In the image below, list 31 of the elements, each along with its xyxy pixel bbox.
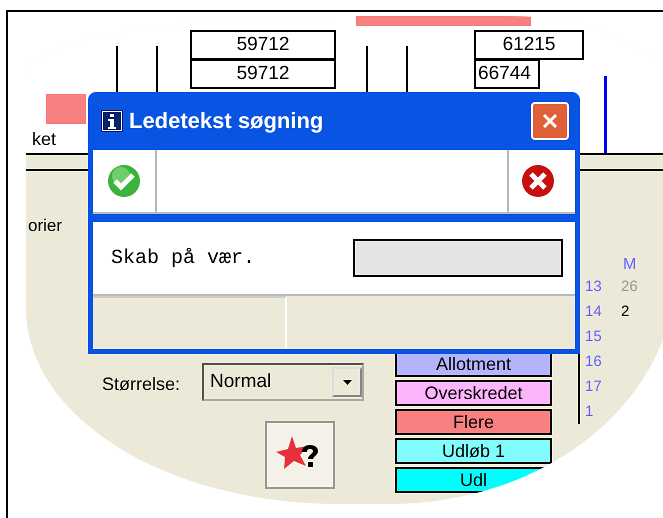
legend-item: Overskredet [395, 380, 552, 406]
close-icon [542, 113, 558, 129]
input-field[interactable] [353, 239, 563, 277]
size-dropdown[interactable]: Normal [202, 363, 364, 401]
week-number: 1 [585, 403, 594, 420]
week-number: 17 [585, 378, 603, 395]
table-cell: 59712 [190, 59, 336, 89]
week-number: 15 [585, 328, 603, 345]
week-number: 14 [585, 303, 603, 320]
info-icon [101, 110, 123, 132]
calendar-day: 26 [621, 278, 638, 295]
row-label: ket [32, 129, 56, 150]
dropdown-arrow-icon [342, 380, 352, 384]
window-title: Ledetekst søgning [129, 108, 324, 134]
cancel-icon [521, 164, 555, 198]
calendar-day: 2 [621, 303, 630, 320]
table-cell: 61215 [474, 30, 584, 60]
size-label: Størrelse: [102, 374, 180, 395]
booking-bar [46, 94, 86, 124]
help-button[interactable] [265, 421, 335, 489]
tab[interactable]: orier [28, 216, 62, 236]
weekday-header: M [623, 256, 636, 274]
table-cell: 66744 [474, 59, 540, 89]
week-number: 16 [585, 353, 603, 370]
legend-item: Udløb 1 [395, 438, 552, 464]
checkmark-icon [107, 164, 141, 198]
legend-item: Flere [395, 409, 552, 435]
close-button[interactable] [531, 102, 569, 140]
week-number: 13 [585, 278, 603, 295]
table-cell: 59712 [190, 30, 336, 60]
field-label: Skab på vær. [111, 246, 256, 270]
